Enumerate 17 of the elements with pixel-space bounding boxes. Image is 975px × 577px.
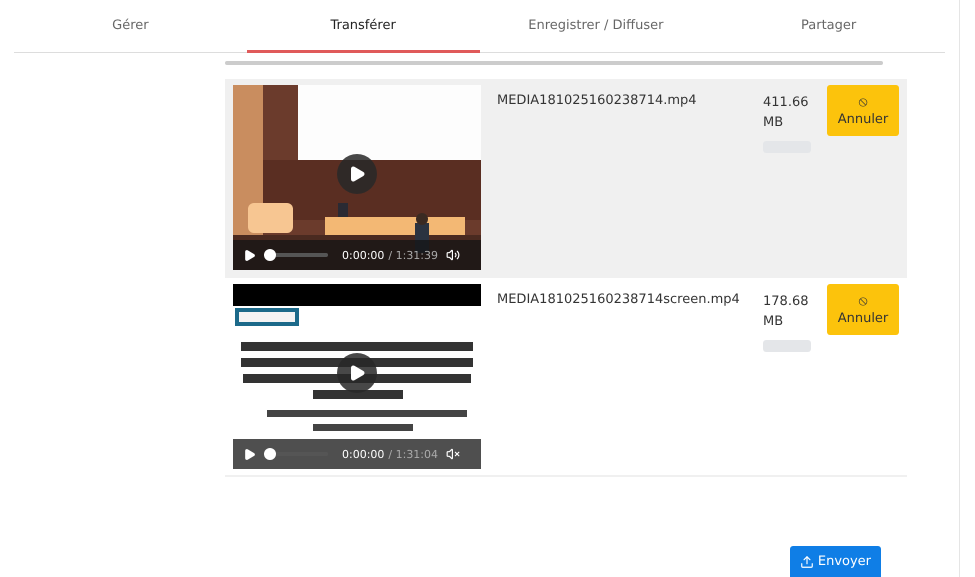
cancel-button[interactable]: ⦸ Annuler	[827, 284, 899, 335]
cancel-button[interactable]: ⦸ Annuler	[827, 85, 899, 136]
duration: / 1:31:04	[388, 448, 438, 460]
tab[interactable]: Gérer	[14, 0, 247, 53]
file-name: MEDIA181025160238714.mp4	[497, 92, 698, 110]
file-size: 411.66 MB	[763, 94, 810, 132]
duration: / 1:31:39	[388, 248, 438, 262]
file-size: 178.68 MB	[763, 293, 810, 331]
cancel-icon: ⦸	[858, 293, 868, 309]
tab[interactable]: Enregistrer / Diffuser	[480, 0, 712, 53]
current-time: 0:00:00	[342, 448, 384, 460]
file-name: MEDIA181025160238714screen.mp4	[497, 291, 741, 309]
tab[interactable]: Transférer	[246, 0, 480, 53]
send-button[interactable]: Envoyer	[790, 546, 881, 577]
tab[interactable]: Partager	[712, 0, 945, 53]
current-time: 0:00:00	[342, 248, 384, 262]
cancel-icon: ⦸	[858, 94, 868, 110]
